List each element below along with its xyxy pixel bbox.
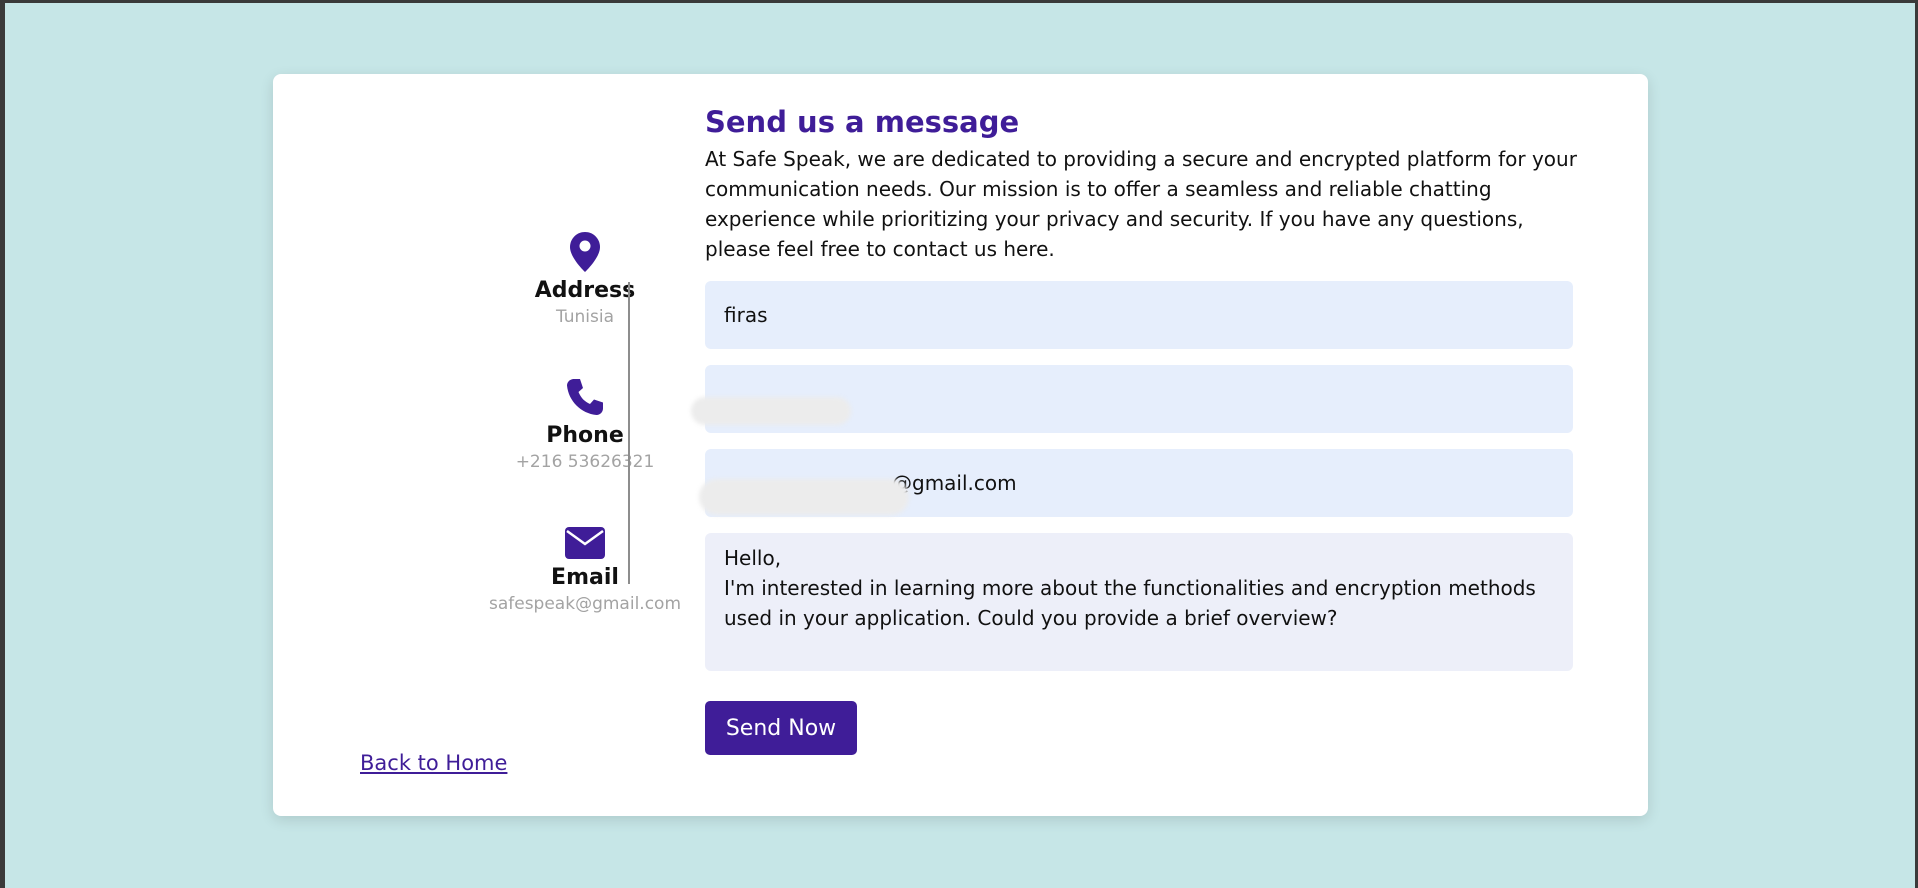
envelope-icon [565, 527, 605, 559]
send-now-button[interactable]: Send Now [705, 701, 857, 755]
back-to-home-link[interactable]: Back to Home [360, 751, 507, 775]
address-title: Address [534, 278, 636, 303]
email-field-wrapper [699, 449, 1575, 517]
phone-field-wrapper [691, 365, 1575, 433]
message-textarea[interactable]: Hello, I'm interested in learning more a… [705, 533, 1573, 671]
email-value: safespeak@gmail.com [488, 594, 681, 614]
address-value: Tunisia [555, 307, 615, 327]
form-title: Send us a message [705, 105, 1020, 139]
phone-title: Phone [546, 423, 624, 448]
email-title: Email [551, 565, 619, 590]
map-pin-icon [570, 232, 600, 272]
redaction-mark [699, 479, 909, 515]
contact-card: Address Tunisia Phone +216 53626321 Emai… [273, 74, 1648, 816]
phone-icon [567, 379, 603, 415]
window-border-top [0, 0, 1918, 3]
name-input[interactable] [705, 281, 1573, 349]
window-border-left [0, 0, 5, 888]
contact-form: Send us a message At Safe Speak, we are … [691, 102, 1577, 755]
form-description: At Safe Speak, we are dedicated to provi… [705, 147, 1577, 261]
phone-value: +216 53626321 [515, 452, 655, 472]
column-divider [628, 282, 630, 584]
redaction-mark [691, 397, 851, 425]
